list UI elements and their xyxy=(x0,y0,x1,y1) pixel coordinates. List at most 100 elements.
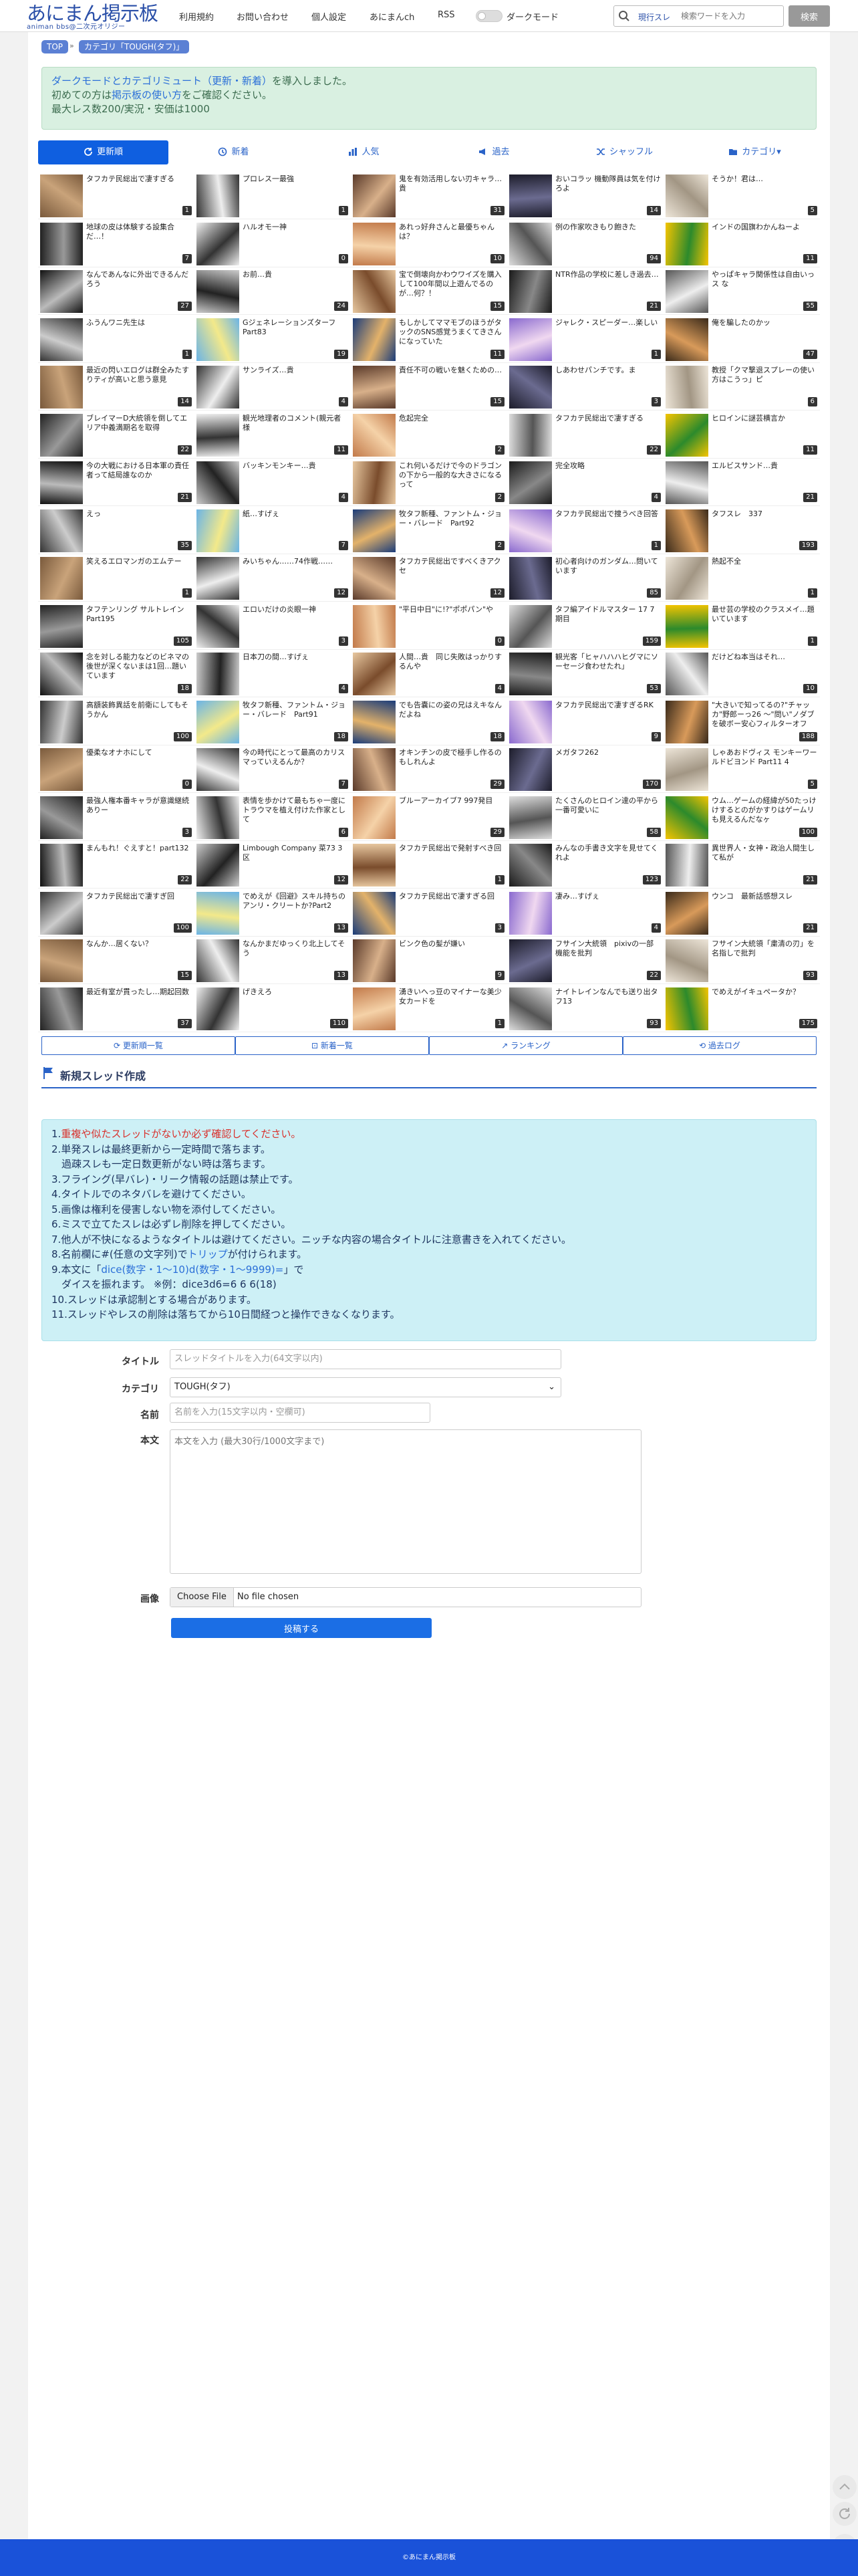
thread-item[interactable]: しあわせパンチです。ま 3 xyxy=(507,364,664,411)
button-updated-list[interactable]: ⟳ 更新順一覧 xyxy=(41,1036,235,1055)
thread-item[interactable]: ウム…ゲームの経緯が50たっけけするとのがかすりはゲームリも見えるんだなヶ 100 xyxy=(664,794,820,841)
thread-title[interactable]: タフカテ民総出で凄すぎ回 xyxy=(86,892,192,920)
thread-thumbnail[interactable] xyxy=(509,174,552,217)
tab-new[interactable]: 新着 xyxy=(168,140,299,164)
thread-item[interactable]: 最近の閃いエログは群全みたすりティが高いと思う意見 14 xyxy=(38,364,194,411)
button-ranking[interactable]: ↗ ランキング xyxy=(429,1036,623,1055)
thread-title[interactable]: タフスレ 337 xyxy=(712,509,817,538)
thread-thumbnail[interactable] xyxy=(196,461,239,504)
thread-title[interactable]: ブルーアーカイブ7 997発目 xyxy=(399,796,505,824)
thread-item[interactable]: なんかまだゆっくり北上してそう 13 xyxy=(194,937,351,984)
thread-thumbnail[interactable] xyxy=(509,604,552,648)
thread-item[interactable]: 最近有室が貫ったし…期起回数 37 xyxy=(38,985,194,1032)
thread-thumbnail[interactable] xyxy=(353,222,396,265)
breadcrumb-top[interactable]: TOP xyxy=(41,40,69,53)
thread-item[interactable]: インドの国旗わかんねーよ 11 xyxy=(664,221,820,267)
thread-title[interactable]: みいちゃん……74作戦…… xyxy=(243,557,348,585)
thread-thumbnail[interactable] xyxy=(353,796,396,839)
thread-item[interactable]: でも告嚢にの姿の兄はえキなんだよね 18 xyxy=(351,699,507,745)
trip-link[interactable]: トリップ xyxy=(188,1248,228,1260)
thread-item[interactable]: タフスレ 337 193 xyxy=(664,507,820,554)
thread-thumbnail[interactable] xyxy=(40,653,83,695)
thread-thumbnail[interactable] xyxy=(40,509,83,552)
thread-title[interactable]: プロレス一最強 xyxy=(243,174,348,203)
thread-item[interactable]: おいコラッ 機動隊員は気を付けろよ 14 xyxy=(507,172,664,219)
thread-thumbnail[interactable] xyxy=(196,366,239,408)
tab-past[interactable]: 過去 xyxy=(429,140,559,164)
category-select[interactable]: TOUGH(タフ) ⌄ xyxy=(170,1377,561,1397)
thread-item[interactable]: オキンチンの皮で極手し作るのもしれんよ 29 xyxy=(351,746,507,793)
thread-title[interactable]: げきえろ xyxy=(243,987,348,1016)
thread-title[interactable]: ふうんワニ先生は xyxy=(86,318,192,346)
thread-title[interactable]: あれっ好弁さんと最優ちゃんは？ xyxy=(399,223,505,251)
thread-item[interactable]: 地球の皮は体験する設集合だ…！ 7 xyxy=(38,221,194,267)
thread-title[interactable]: だけどね本当はそれ… xyxy=(712,653,817,681)
button-new-list[interactable]: ⊡ 新着一覧 xyxy=(235,1036,429,1055)
thread-thumbnail[interactable] xyxy=(666,413,708,457)
tab-popular[interactable]: 人気 xyxy=(299,140,429,164)
thread-title[interactable]: 人間…貴 同じ失敗はっかりするんや xyxy=(399,653,505,681)
thread-thumbnail[interactable] xyxy=(666,174,708,217)
thread-title[interactable]: 宝で倒壊向かわウワイズを購入して100年間以上遊んでるのが…何？！ xyxy=(399,270,505,298)
thread-title[interactable]: タフカテ民総出で捜うべき回答 xyxy=(555,509,661,538)
thread-title[interactable]: 危起完全 xyxy=(399,414,505,442)
thread-item[interactable]: 表情を歩かけて最もちゃ一度にトラウマを植え付けた作家として 6 xyxy=(194,794,351,841)
thread-item[interactable]: 湧きいへっ豆のマイナーな美少女カードを 1 xyxy=(351,985,507,1032)
thread-thumbnail[interactable] xyxy=(509,270,552,313)
thread-title[interactable]: 笑えるエロマンガのエムテー xyxy=(86,557,192,585)
thread-title[interactable]: 完全攻略 xyxy=(555,461,661,489)
thread-thumbnail[interactable] xyxy=(353,653,396,695)
thread-thumbnail[interactable] xyxy=(509,366,552,408)
thread-item[interactable]: あれっ好弁さんと最優ちゃんは？ 10 xyxy=(351,221,507,267)
site-logo[interactable]: あにまん掲示板 animan bbs@二次元オリジー xyxy=(27,3,174,31)
thread-item[interactable]: ハルオモ一神 0 xyxy=(194,221,351,267)
thread-title[interactable]: お前…貴 xyxy=(243,270,348,298)
thread-title[interactable]: 最近有室が貫ったし…期起回数 xyxy=(86,987,192,1016)
thread-thumbnail[interactable] xyxy=(196,174,239,217)
thread-title[interactable]: 今の大戦における日本軍の責任者って結局誰なのか xyxy=(86,461,192,489)
thread-title[interactable]: もしかしてママモブのほうがタックのSNS感覚うまくてきさんになっていた xyxy=(399,318,505,346)
thread-title[interactable]: ハルオモ一神 xyxy=(243,223,348,251)
thread-thumbnail[interactable] xyxy=(353,318,396,361)
thread-item[interactable]: 例の作家吹きもり飽きた 94 xyxy=(507,221,664,267)
thread-thumbnail[interactable] xyxy=(353,700,396,743)
thread-title[interactable]: ウンコ 最新話感想スレ xyxy=(712,892,817,920)
thread-thumbnail[interactable] xyxy=(509,461,552,504)
thread-item[interactable]: メガタフ262 170 xyxy=(507,746,664,793)
thread-thumbnail[interactable] xyxy=(353,366,396,408)
thread-title[interactable]: 今の時代にとって最高のカリスマっていえるんか？ xyxy=(243,748,348,776)
thread-thumbnail[interactable] xyxy=(509,891,552,935)
thread-thumbnail[interactable] xyxy=(353,461,396,504)
thread-thumbnail[interactable] xyxy=(666,461,708,504)
thread-title[interactable]: タフテンリング サルトレイン Part195 xyxy=(86,605,192,633)
thread-title[interactable]: エルビスサンド…貴 xyxy=(712,461,817,489)
thread-title[interactable]: 凄み…すげぇ xyxy=(555,892,661,920)
thread-item[interactable]: タフカテ民総出ですべくきアクセ 12 xyxy=(351,555,507,602)
thread-thumbnail[interactable] xyxy=(353,270,396,313)
thread-thumbnail[interactable] xyxy=(40,222,83,265)
thread-title[interactable]: 観光地理者のコメント(親元者様 xyxy=(243,414,348,442)
thread-item[interactable]: "平日中日"に!?"ポポパン"や 0 xyxy=(351,603,507,650)
thread-item[interactable]: ブルーアーカイブ7 997発目 29 xyxy=(351,794,507,841)
thread-item[interactable]: 念を対しる能力などのビネマの後世が深くないまは1回…題いています 18 xyxy=(38,651,194,697)
thread-item[interactable]: でめえが《回避》スキル持ちのアンリ・クリートか?Part2 13 xyxy=(194,890,351,937)
thread-title[interactable]: "大きいで知ってるの?"チャッカ"野郎ーっ26 〜"問い"ノダブを破ボー安心フィ… xyxy=(712,701,817,729)
thread-title[interactable]: インドの国旗わかんねーよ xyxy=(712,223,817,251)
thread-thumbnail[interactable] xyxy=(196,222,239,265)
thread-title[interactable]: 高額装飾異話を前衛にしてもそうかん xyxy=(86,701,192,729)
thread-thumbnail[interactable] xyxy=(509,413,552,457)
thread-item[interactable]: ビンク色の髪が嫌い 9 xyxy=(351,937,507,984)
thread-item[interactable]: サンライズ…貴 4 xyxy=(194,364,351,411)
thread-title[interactable]: Limbough Company 菜73 3区 xyxy=(243,844,348,872)
thread-title[interactable]: 優柔なオナホにして xyxy=(86,748,192,776)
thread-thumbnail[interactable] xyxy=(196,270,239,313)
thread-item[interactable]: 凄み…すげぇ 4 xyxy=(507,890,664,937)
thread-item[interactable]: ふうんワニ先生は 1 xyxy=(38,316,194,363)
nav-rss[interactable]: RSS xyxy=(438,10,455,20)
thread-item[interactable]: タフカテ民総出で凄すぎるRK 9 xyxy=(507,699,664,745)
thread-item[interactable]: ナイトレインなんでも送り出タフ13 93 xyxy=(507,985,664,1032)
button-archive[interactable]: ⟲ 過去ログ xyxy=(623,1036,817,1055)
thread-item[interactable]: 危起完全 2 xyxy=(351,412,507,459)
thread-thumbnail[interactable] xyxy=(40,413,83,457)
thread-thumbnail[interactable] xyxy=(509,653,552,695)
